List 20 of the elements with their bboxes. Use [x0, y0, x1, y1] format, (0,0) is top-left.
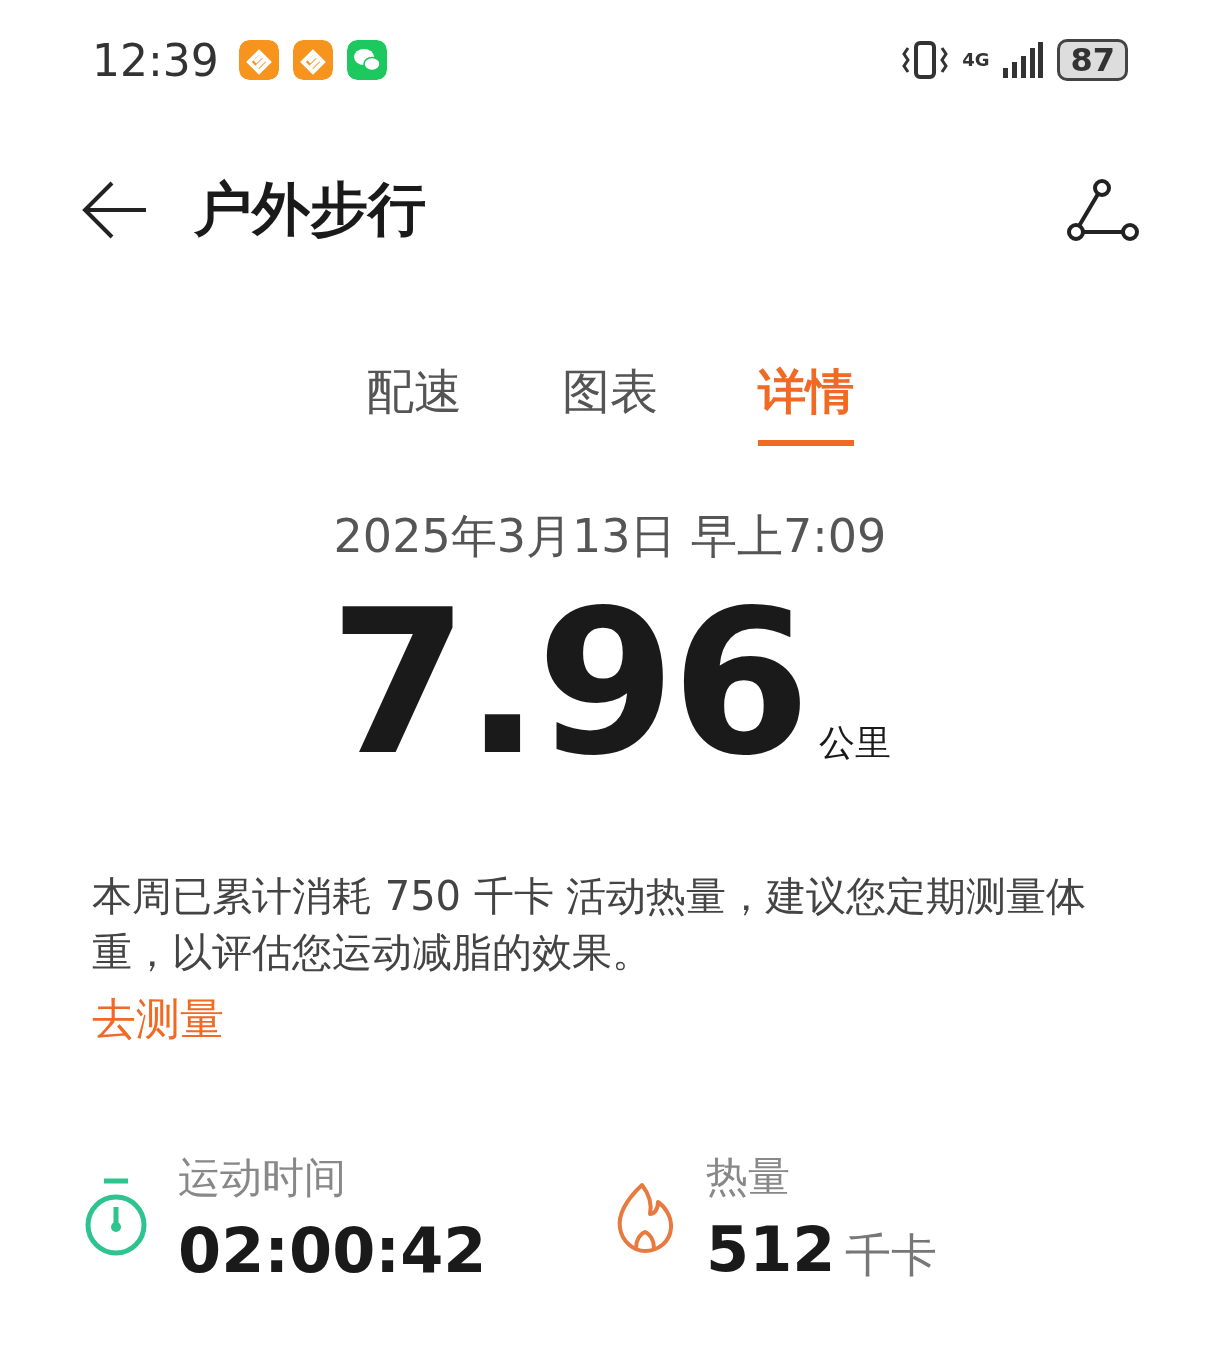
route-share-icon[interactable]	[1066, 178, 1140, 242]
stat-value: 512	[706, 1213, 836, 1286]
stat-label: 运动时间	[178, 1151, 347, 1204]
distance-value: 7.96	[329, 588, 807, 778]
stat-label: 热量	[706, 1151, 791, 1203]
workout-date: 2025年3月13日 早上7:09	[332, 508, 888, 565]
stat-unit: 千卡	[845, 1228, 938, 1282]
page-title: 户外步行	[194, 174, 427, 245]
tab[interactable]: 配速	[366, 360, 462, 446]
calorie-advice: 本周已累计消耗 750 千卡 活动热量，建议您定期测量体重，以评估您运动减脂的效果。	[92, 872, 1088, 977]
stat-value: 02:00:42	[178, 1213, 487, 1287]
signal-icon	[1003, 40, 1044, 80]
chat-app-icon	[346, 40, 387, 80]
battery-level: 87	[1057, 39, 1128, 81]
status-time: 12:39	[92, 34, 219, 86]
back-arrow-icon[interactable]	[82, 180, 148, 240]
vibrate-icon	[902, 40, 949, 80]
network-label: 4G	[962, 51, 990, 69]
distance-unit: 公里	[818, 721, 891, 765]
tab[interactable]: 图表	[562, 360, 658, 446]
